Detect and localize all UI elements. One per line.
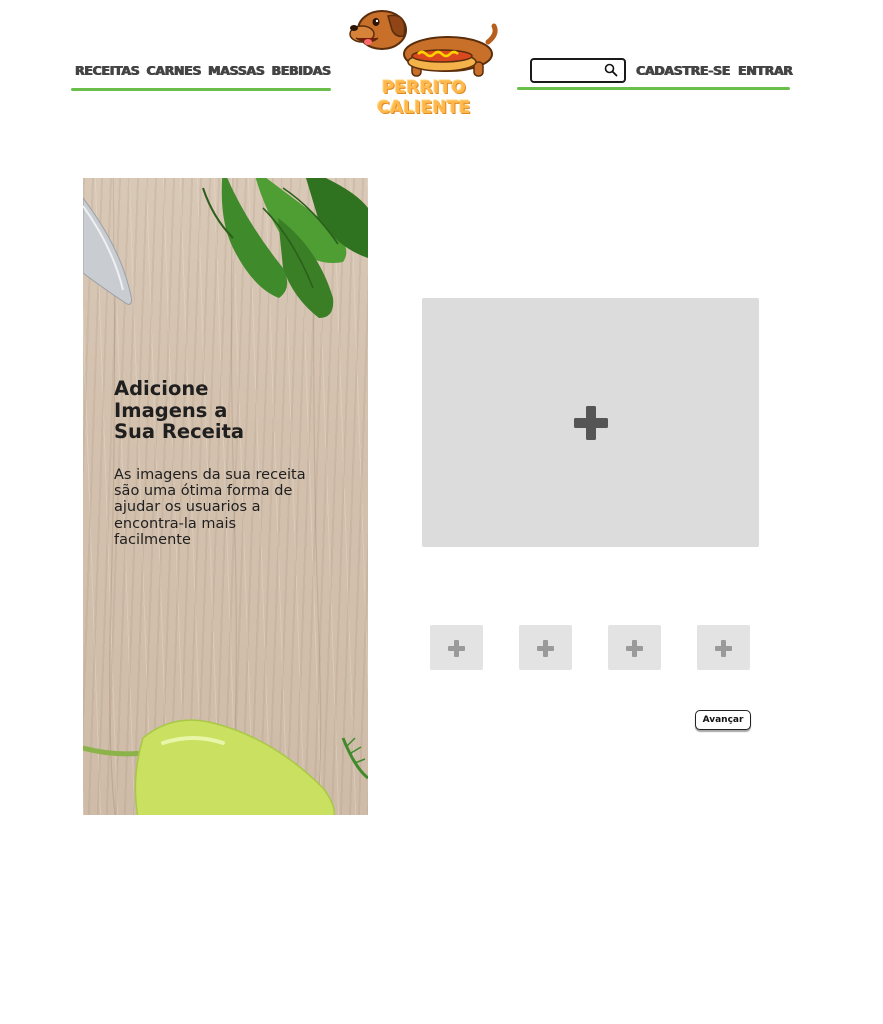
banner-title: Adicione Imagens a Sua Receita	[114, 377, 245, 443]
thumbnail-upload-3[interactable]	[608, 625, 661, 670]
signup-link[interactable]: CADASTRE-SE	[636, 63, 730, 78]
parsley-icon	[202, 178, 368, 318]
search-icon[interactable]	[604, 63, 618, 77]
site-logo[interactable]: PERRITO CALIENTE	[338, 4, 510, 118]
nav-link-carnes[interactable]: CARNES	[146, 63, 201, 78]
login-link[interactable]: ENTRAR	[738, 63, 793, 78]
pepper-icon	[83, 719, 368, 815]
nav-link-receitas[interactable]: RECEITAS	[75, 63, 140, 78]
main-nav: RECEITAS CARNES MASSAS BEBIDAS	[75, 63, 331, 78]
next-button[interactable]: Avançar	[695, 710, 751, 730]
nav-divider-right	[517, 87, 790, 90]
thumbnail-upload-2[interactable]	[519, 625, 572, 670]
nav-link-bebidas[interactable]: BEBIDAS	[272, 63, 332, 78]
knife-icon	[83, 197, 132, 305]
dachshund-hotdog-mascot-icon	[349, 10, 498, 77]
search-input[interactable]	[530, 58, 626, 83]
plus-icon	[715, 640, 732, 657]
nav-divider-left	[71, 88, 331, 91]
logo-wordmark: PERRITO CALIENTE	[377, 78, 471, 118]
main-image-upload[interactable]	[422, 298, 759, 547]
thumbnail-upload-1[interactable]	[430, 625, 483, 670]
plus-icon	[574, 406, 608, 440]
banner-description: As imagens da sua receita são uma ótima …	[114, 467, 306, 548]
plus-icon	[626, 640, 643, 657]
info-banner: Adicione Imagens a Sua Receita As imagen…	[83, 178, 368, 815]
thumbnail-upload-4[interactable]	[697, 625, 750, 670]
plus-icon	[537, 640, 554, 657]
plus-icon	[448, 640, 465, 657]
nav-link-massas[interactable]: MASSAS	[208, 63, 265, 78]
